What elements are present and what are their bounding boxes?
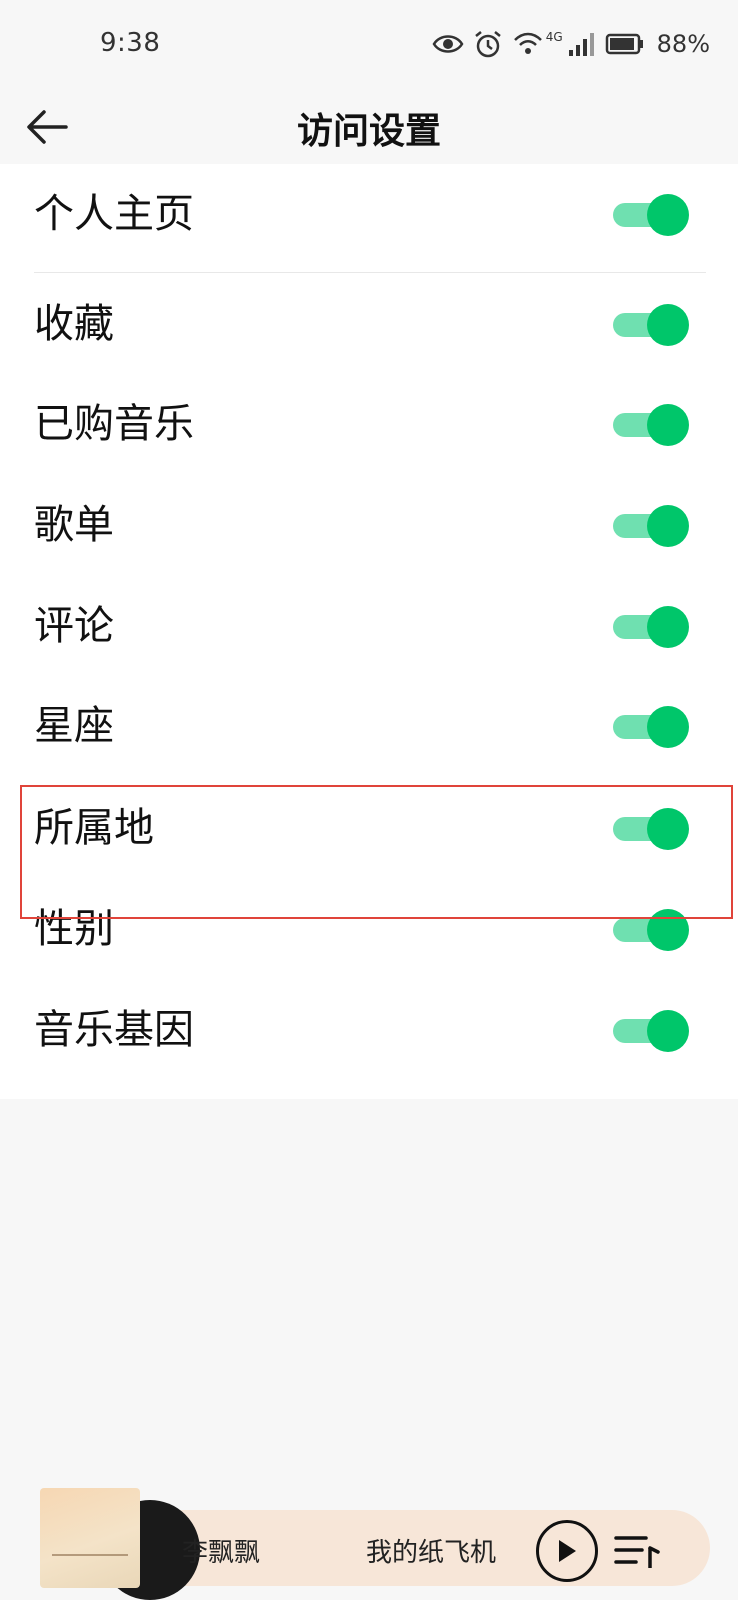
mini-player[interactable]: 李飘飘 我的纸飞机: [40, 1488, 710, 1600]
toggle-switch[interactable]: [613, 606, 691, 648]
album-cover[interactable]: [40, 1488, 140, 1588]
eye-icon: [432, 35, 464, 53]
status-icons: 4G 88%: [432, 28, 710, 60]
setting-row-music-gene[interactable]: 音乐基因: [0, 980, 738, 1080]
artist-name: 李飘飘: [182, 1538, 261, 1568]
header: 访问设置: [0, 92, 738, 164]
setting-row-playlists[interactable]: 歌单: [0, 475, 738, 575]
alarm-icon: [474, 31, 501, 58]
setting-row-comments[interactable]: 评论: [0, 576, 738, 676]
battery-icon: [605, 33, 643, 55]
setting-label: 已购音乐: [34, 401, 194, 447]
setting-label: 音乐基因: [34, 1007, 194, 1053]
highlight-box: [20, 785, 733, 919]
signal-icon: [568, 33, 594, 56]
setting-row-zodiac[interactable]: 星座: [0, 676, 738, 776]
status-time: 9:38: [100, 28, 161, 58]
toggle-switch[interactable]: [613, 1010, 691, 1052]
setting-row-profile[interactable]: 个人主页: [0, 164, 738, 264]
toggle-switch[interactable]: [613, 505, 691, 547]
setting-label: 个人主页: [34, 191, 194, 237]
setting-label: 收藏: [34, 301, 114, 347]
divider: [34, 272, 706, 273]
play-button[interactable]: [536, 1520, 598, 1582]
setting-row-favorites[interactable]: 收藏: [0, 274, 738, 374]
settings-list: 个人主页 收藏 已购音乐 歌单 评论 星座 所属地 性别 音乐基因: [0, 164, 738, 1099]
screen: 9:38 4G 88% 访问设置 个人主页 收藏 已购音乐 歌单 评论 星座 所…: [0, 0, 738, 1600]
play-icon: [559, 1540, 576, 1562]
wifi-icon: [513, 32, 542, 54]
setting-row-purchased-music[interactable]: 已购音乐: [0, 374, 738, 474]
page-title: 访问设置: [296, 111, 441, 152]
battery-percentage: 88%: [656, 30, 710, 58]
setting-label: 评论: [34, 603, 114, 649]
song-title: 我的纸飞机: [366, 1538, 497, 1568]
playlist-icon: [614, 1536, 660, 1568]
toggle-switch[interactable]: [613, 194, 691, 236]
status-bar: 9:38 4G 88%: [0, 0, 738, 92]
toggle-switch[interactable]: [613, 706, 691, 748]
playlist-button[interactable]: [612, 1528, 662, 1574]
album-scribble: [52, 1536, 128, 1556]
toggle-switch[interactable]: [613, 304, 691, 346]
toggle-switch[interactable]: [613, 404, 691, 446]
setting-label: 星座: [34, 703, 114, 749]
network-type-label: 4G: [545, 30, 563, 44]
setting-label: 歌单: [34, 502, 114, 548]
